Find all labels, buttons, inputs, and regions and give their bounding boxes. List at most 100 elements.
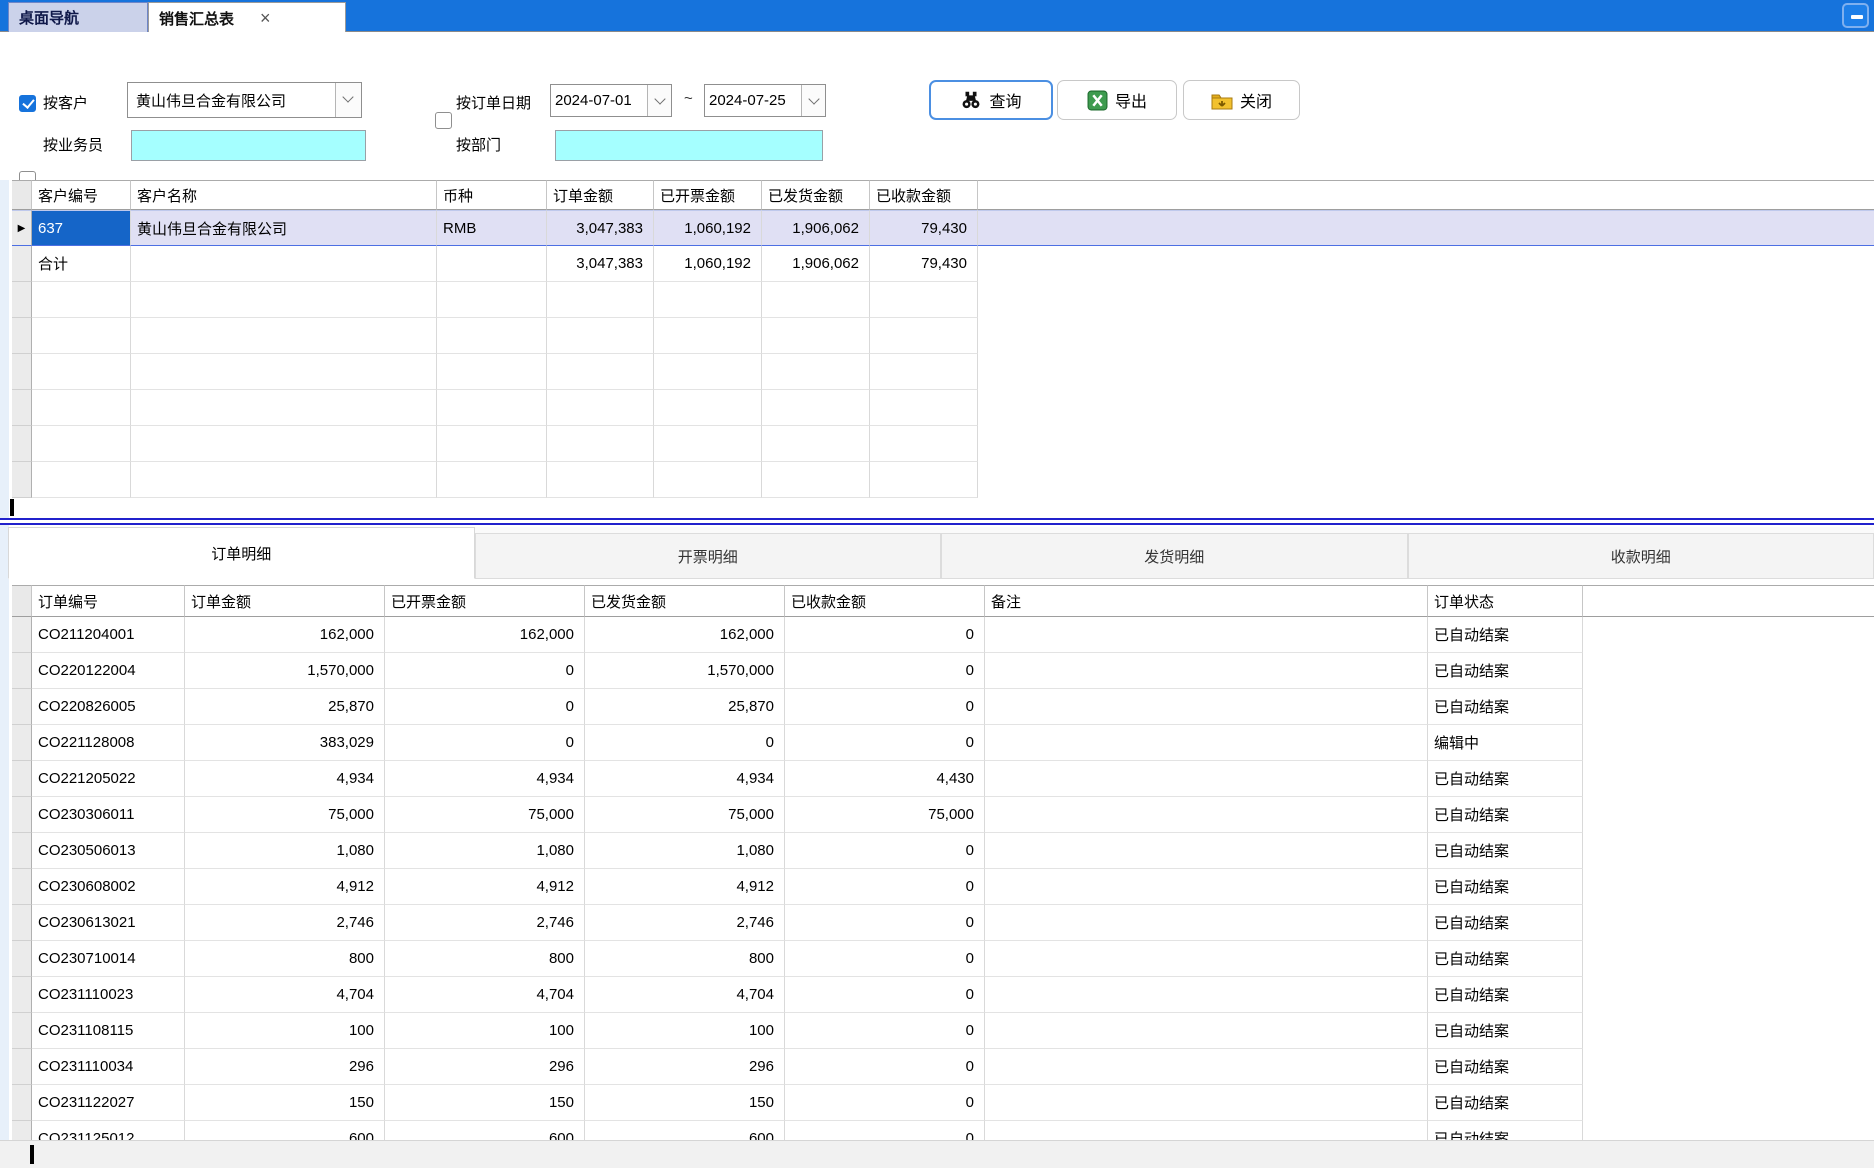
cell xyxy=(985,977,1428,1013)
by-order-date-checkbox[interactable] xyxy=(435,112,452,129)
chevron-down-icon[interactable] xyxy=(335,83,361,117)
customer-combobox[interactable]: 黄山伟旦合金有限公司 xyxy=(127,82,362,118)
titlebar-tab[interactable]: 桌面导航 xyxy=(8,2,148,32)
department-input[interactable] xyxy=(555,130,823,161)
cell xyxy=(32,354,131,390)
empty-row[interactable] xyxy=(12,462,1874,498)
detail-tab[interactable]: 发货明细 xyxy=(941,533,1408,579)
titlebar-tab[interactable]: 销售汇总表× xyxy=(148,2,346,33)
row-selector[interactable] xyxy=(12,354,32,390)
row-selector[interactable] xyxy=(12,689,32,725)
empty-row[interactable] xyxy=(12,390,1874,426)
cell: 4,704 xyxy=(385,977,585,1013)
column-header[interactable]: 已发货金额 xyxy=(762,180,870,210)
order-row[interactable]: CO221128008383,029000编辑中 xyxy=(12,725,1874,761)
total-row[interactable]: 合计3,047,3831,060,1921,906,06279,430 xyxy=(12,246,1874,282)
date-from-picker[interactable]: 2024-07-01 xyxy=(550,84,672,117)
column-header[interactable]: 已收款金额 xyxy=(870,180,978,210)
column-header[interactable]: 订单金额 xyxy=(547,180,654,210)
row-selector[interactable] xyxy=(12,1049,32,1085)
cell: 75,000 xyxy=(185,797,385,833)
empty-row[interactable] xyxy=(12,354,1874,390)
row-selector[interactable] xyxy=(12,282,32,318)
order-row[interactable]: CO2311100234,7044,7044,7040已自动结案 xyxy=(12,977,1874,1013)
cell: CO230506013 xyxy=(32,833,185,869)
cell: 已自动结案 xyxy=(1428,1121,1583,1140)
row-selector[interactable] xyxy=(12,318,32,354)
close-tab-icon[interactable]: × xyxy=(260,9,271,27)
order-row[interactable]: CO2306080024,9124,9124,9120已自动结案 xyxy=(12,869,1874,905)
column-header[interactable]: 备注 xyxy=(985,585,1428,617)
order-row[interactable]: CO2307100148008008000已自动结案 xyxy=(12,941,1874,977)
cell: 2,746 xyxy=(385,905,585,941)
order-row[interactable]: CO211204001162,000162,000162,0000已自动结案 xyxy=(12,617,1874,653)
order-row[interactable]: CO2311220271501501500已自动结案 xyxy=(12,1085,1874,1121)
chevron-down-icon[interactable] xyxy=(647,85,671,116)
row-selector[interactable] xyxy=(12,1121,32,1140)
cell: 4,934 xyxy=(185,761,385,797)
query-button[interactable]: 查询 xyxy=(929,80,1053,120)
export-button[interactable]: 导出 xyxy=(1057,80,1177,120)
column-header[interactable]: 已发货金额 xyxy=(585,585,785,617)
row-selector[interactable] xyxy=(12,869,32,905)
row-selector[interactable] xyxy=(12,761,32,797)
column-header[interactable]: 订单状态 xyxy=(1428,585,1583,617)
close-button[interactable]: 关闭 xyxy=(1183,80,1300,120)
row-selector[interactable] xyxy=(12,941,32,977)
row-selector[interactable] xyxy=(12,1013,32,1049)
horizontal-scrollbar-area[interactable] xyxy=(0,1140,1874,1168)
row-selector[interactable]: ▶ xyxy=(12,210,32,246)
cell xyxy=(437,282,547,318)
row-selector[interactable] xyxy=(12,905,32,941)
column-header[interactable]: 已开票金额 xyxy=(385,585,585,617)
row-selector[interactable] xyxy=(12,390,32,426)
column-header[interactable]: 订单编号 xyxy=(32,585,185,617)
row-selector[interactable] xyxy=(12,462,32,498)
row-selector[interactable] xyxy=(12,617,32,653)
cell: CO211204001 xyxy=(32,617,185,653)
empty-row[interactable] xyxy=(12,282,1874,318)
by-customer-checkbox[interactable] xyxy=(19,95,36,112)
date-to-picker[interactable]: 2024-07-25 xyxy=(704,84,826,117)
row-selector[interactable] xyxy=(12,977,32,1013)
order-row[interactable]: CO2311081151001001000已自动结案 xyxy=(12,1013,1874,1049)
detail-tab[interactable]: 订单明细 xyxy=(8,527,475,579)
row-selector[interactable] xyxy=(12,1085,32,1121)
customer-row[interactable]: ▶637黄山伟旦合金有限公司RMB3,047,3831,060,1921,906… xyxy=(12,210,1874,246)
horizontal-splitter[interactable] xyxy=(0,518,1874,525)
row-selector[interactable] xyxy=(12,246,32,282)
order-row[interactable]: CO2212050224,9344,9344,9344,430已自动结案 xyxy=(12,761,1874,797)
cell: 合计 xyxy=(32,246,131,282)
detail-tab[interactable]: 收款明细 xyxy=(1408,533,1874,579)
order-row[interactable]: CO2305060131,0801,0801,0800已自动结案 xyxy=(12,833,1874,869)
detail-tab[interactable]: 开票明细 xyxy=(475,533,942,579)
order-row[interactable]: CO2306130212,7462,7462,7460已自动结案 xyxy=(12,905,1874,941)
column-header[interactable]: 已收款金额 xyxy=(785,585,985,617)
order-row[interactable]: CO22082600525,870025,8700已自动结案 xyxy=(12,689,1874,725)
row-selector[interactable] xyxy=(12,653,32,689)
column-header[interactable]: 客户名称 xyxy=(131,180,437,210)
column-header[interactable]: 订单金额 xyxy=(185,585,385,617)
empty-row[interactable] xyxy=(12,318,1874,354)
cell xyxy=(870,462,978,498)
order-row[interactable]: CO2311250126006006000已自动结案 xyxy=(12,1121,1874,1140)
orders-header-row: 订单编号 订单金额 已开票金额 已发货金额 已收款金额 备注 订单状态 xyxy=(12,585,1874,617)
folder-exit-icon xyxy=(1211,91,1233,110)
order-row[interactable]: CO23030601175,00075,00075,00075,000已自动结案 xyxy=(12,797,1874,833)
row-selector[interactable] xyxy=(12,426,32,462)
empty-row[interactable] xyxy=(12,426,1874,462)
row-selector[interactable] xyxy=(12,725,32,761)
column-header[interactable]: 已开票金额 xyxy=(654,180,762,210)
order-row[interactable]: CO2201220041,570,00001,570,0000已自动结案 xyxy=(12,653,1874,689)
column-header[interactable]: 币种 xyxy=(437,180,547,210)
minimize-button[interactable] xyxy=(1842,3,1869,28)
cell: 150 xyxy=(385,1085,585,1121)
cell: CO220122004 xyxy=(32,653,185,689)
chevron-down-icon[interactable] xyxy=(801,85,825,116)
column-header[interactable]: 客户编号 xyxy=(32,180,131,210)
row-selector[interactable] xyxy=(12,833,32,869)
row-selector[interactable] xyxy=(12,797,32,833)
order-row[interactable]: CO2311100342962962960已自动结案 xyxy=(12,1049,1874,1085)
cell xyxy=(32,318,131,354)
salesperson-input[interactable] xyxy=(131,130,366,161)
